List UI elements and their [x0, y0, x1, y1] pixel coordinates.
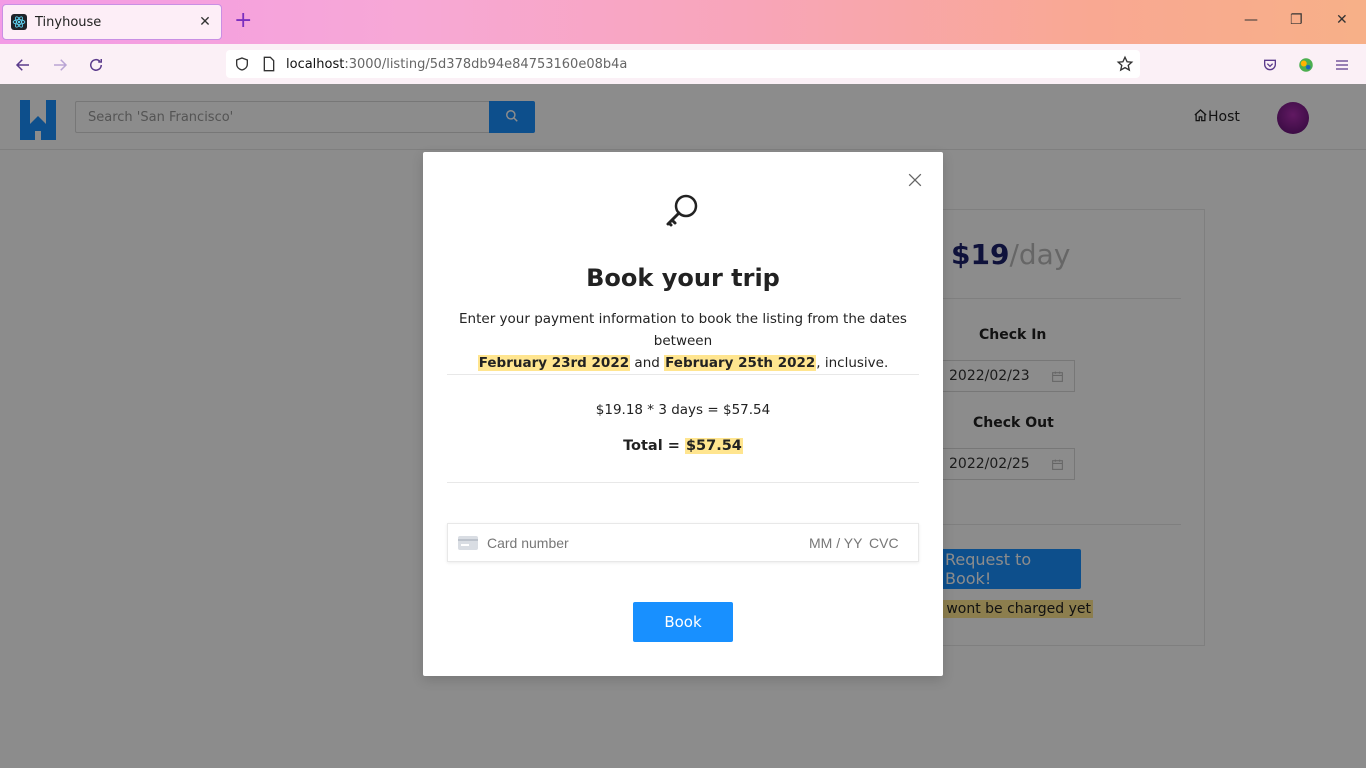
check-in-date-highlight: February 23rd 2022	[477, 355, 631, 371]
star-icon[interactable]	[1116, 55, 1134, 77]
total-label: Total =	[623, 438, 685, 454]
key-icon	[665, 192, 701, 228]
extension-icon[interactable]	[1295, 54, 1317, 76]
desc-suffix: , inclusive.	[816, 355, 889, 371]
url-bar[interactable]: localhost:3000/listing/5d378db94e8475316…	[226, 50, 1140, 78]
desc-prefix: Enter your payment information to book t…	[459, 311, 907, 349]
price-calculation: $19.18 * 3 days = $57.54	[423, 402, 943, 418]
calc-result: $57.54	[722, 402, 771, 418]
restore-icon[interactable]: ❐	[1290, 12, 1303, 28]
minimize-icon[interactable]: —	[1244, 12, 1258, 28]
card-number-placeholder[interactable]: Card number	[487, 535, 569, 551]
divider	[447, 482, 919, 483]
page-icon	[262, 56, 276, 76]
react-favicon	[11, 14, 27, 30]
book-button[interactable]: Book	[633, 602, 733, 642]
new-tab-button[interactable]: +	[234, 10, 252, 32]
card-icon	[458, 536, 478, 553]
desc-and: and	[634, 355, 660, 371]
tab-close-icon[interactable]: ✕	[197, 14, 213, 30]
pocket-icon[interactable]	[1259, 54, 1281, 76]
browser-tab[interactable]: Tinyhouse ✕	[2, 4, 222, 40]
browser-tab-bar: Tinyhouse ✕ + — ❐ ✕	[0, 0, 1366, 44]
url-path: :3000/listing/5d378db94e84753160e08b4a	[344, 56, 628, 72]
calc-prefix: $19.18 * 3 days =	[595, 402, 723, 418]
reload-icon[interactable]	[85, 54, 107, 76]
total-value: $57.54	[684, 438, 743, 454]
menu-icon[interactable]	[1331, 54, 1353, 76]
cvc-placeholder[interactable]: CVC	[869, 535, 899, 551]
back-arrow-icon[interactable]	[12, 54, 34, 76]
window-close-icon[interactable]: ✕	[1336, 12, 1348, 28]
divider	[447, 374, 919, 375]
total-price: Total = $57.54	[423, 438, 943, 454]
card-input[interactable]: Card number MM / YY CVC	[447, 523, 919, 562]
url-host: localhost	[286, 56, 345, 72]
close-icon[interactable]	[905, 170, 925, 190]
tab-title: Tinyhouse	[35, 14, 102, 30]
modal-description: Enter your payment information to book t…	[447, 308, 919, 374]
check-out-date-highlight: February 25th 2022	[664, 355, 817, 371]
shield-icon	[234, 56, 250, 76]
booking-modal: Book your trip Enter your payment inform…	[423, 152, 943, 676]
expiry-placeholder[interactable]: MM / YY	[809, 535, 862, 551]
forward-arrow-icon[interactable]	[49, 54, 71, 76]
modal-title: Book your trip	[586, 264, 780, 292]
